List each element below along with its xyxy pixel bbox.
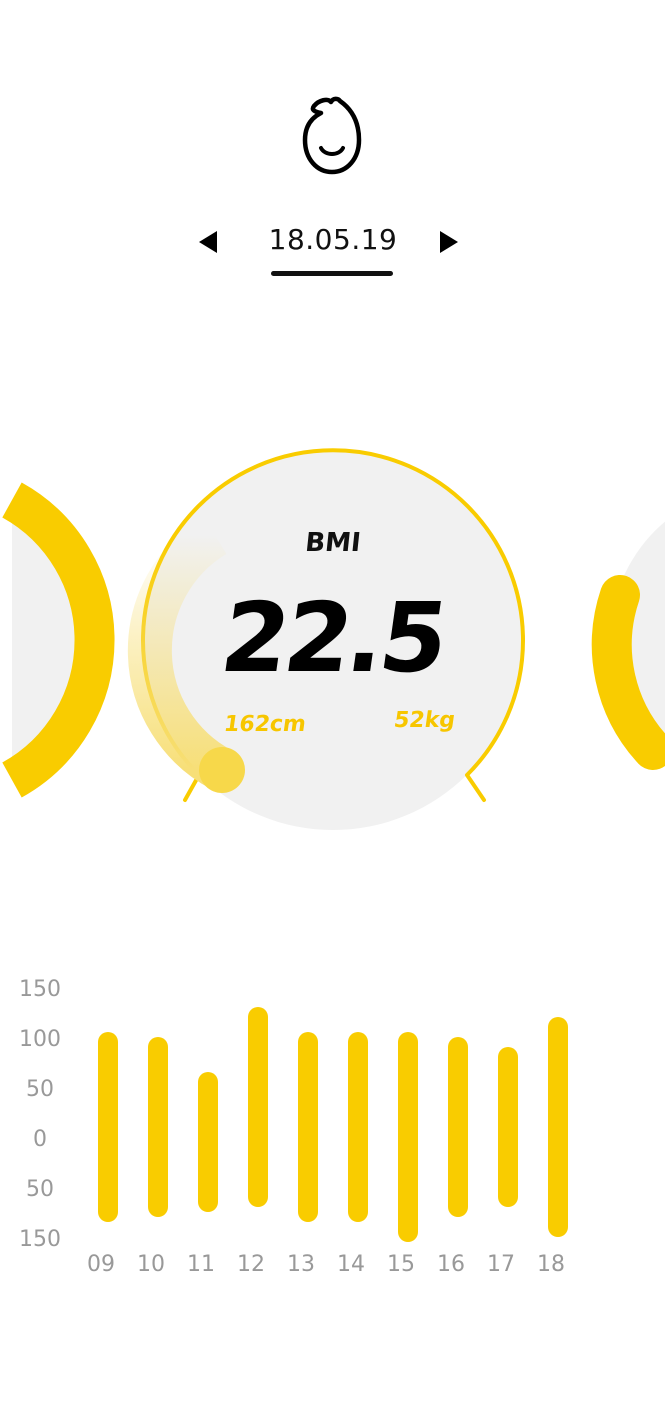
y-tick-label: 150 bbox=[19, 977, 61, 1002]
bar-18[interactable] bbox=[548, 1017, 568, 1237]
prev-bmi-card[interactable] bbox=[2, 482, 115, 798]
x-tick-label: 15 bbox=[387, 1252, 415, 1277]
bmi-label: BMI bbox=[303, 528, 363, 558]
bar-17[interactable] bbox=[498, 1047, 518, 1207]
current-date[interactable]: 18.05.19 bbox=[260, 218, 406, 262]
x-tick-label: 09 bbox=[87, 1252, 115, 1277]
gauge-right-end bbox=[465, 773, 486, 802]
y-tick-label: 50 bbox=[26, 1177, 54, 1202]
bmi-handle[interactable] bbox=[199, 747, 245, 793]
bar-13[interactable] bbox=[298, 1032, 318, 1222]
x-tick-label: 13 bbox=[287, 1252, 315, 1277]
bar-09[interactable] bbox=[98, 1032, 118, 1222]
bar-11[interactable] bbox=[198, 1072, 218, 1212]
date-underline bbox=[271, 271, 393, 276]
x-tick-label: 16 bbox=[437, 1252, 465, 1277]
height-value: 162cm bbox=[222, 712, 308, 737]
next-bmi-card[interactable] bbox=[591, 485, 665, 795]
triangle-right-icon[interactable] bbox=[436, 228, 464, 256]
triangle-left-icon[interactable] bbox=[190, 228, 218, 256]
bmi-history-chart: 150 100 50 0 50 150 09 10 11 12 13 14 15 16 17 18 bbox=[19, 977, 568, 1277]
bmi-value: 22.5 bbox=[214, 582, 452, 694]
y-tick-label: 50 bbox=[26, 1077, 54, 1102]
x-tick-label: 10 bbox=[137, 1252, 165, 1277]
x-tick-label: 12 bbox=[237, 1252, 265, 1277]
bar-14[interactable] bbox=[348, 1032, 368, 1222]
x-tick-label: 17 bbox=[487, 1252, 515, 1277]
x-tick-label: 14 bbox=[337, 1252, 365, 1277]
x-tick-label: 18 bbox=[537, 1252, 565, 1277]
y-tick-label: 100 bbox=[19, 1027, 61, 1052]
bar-16[interactable] bbox=[448, 1037, 468, 1217]
bar-10[interactable] bbox=[148, 1037, 168, 1217]
bars bbox=[98, 1007, 568, 1242]
bar-15[interactable] bbox=[398, 1032, 418, 1242]
y-tick-label: 150 bbox=[19, 1227, 61, 1252]
y-axis-ticks: 150 100 50 0 50 150 bbox=[19, 977, 61, 1252]
y-tick-label: 0 bbox=[33, 1127, 47, 1152]
x-axis-ticks: 09 10 11 12 13 14 15 16 17 18 bbox=[87, 1252, 565, 1277]
bar-12[interactable] bbox=[248, 1007, 268, 1207]
date-navigator: 18.05.19 bbox=[190, 218, 475, 288]
x-tick-label: 11 bbox=[187, 1252, 215, 1277]
weight-value: 52kg bbox=[392, 708, 457, 733]
baby-face-icon bbox=[302, 96, 362, 175]
